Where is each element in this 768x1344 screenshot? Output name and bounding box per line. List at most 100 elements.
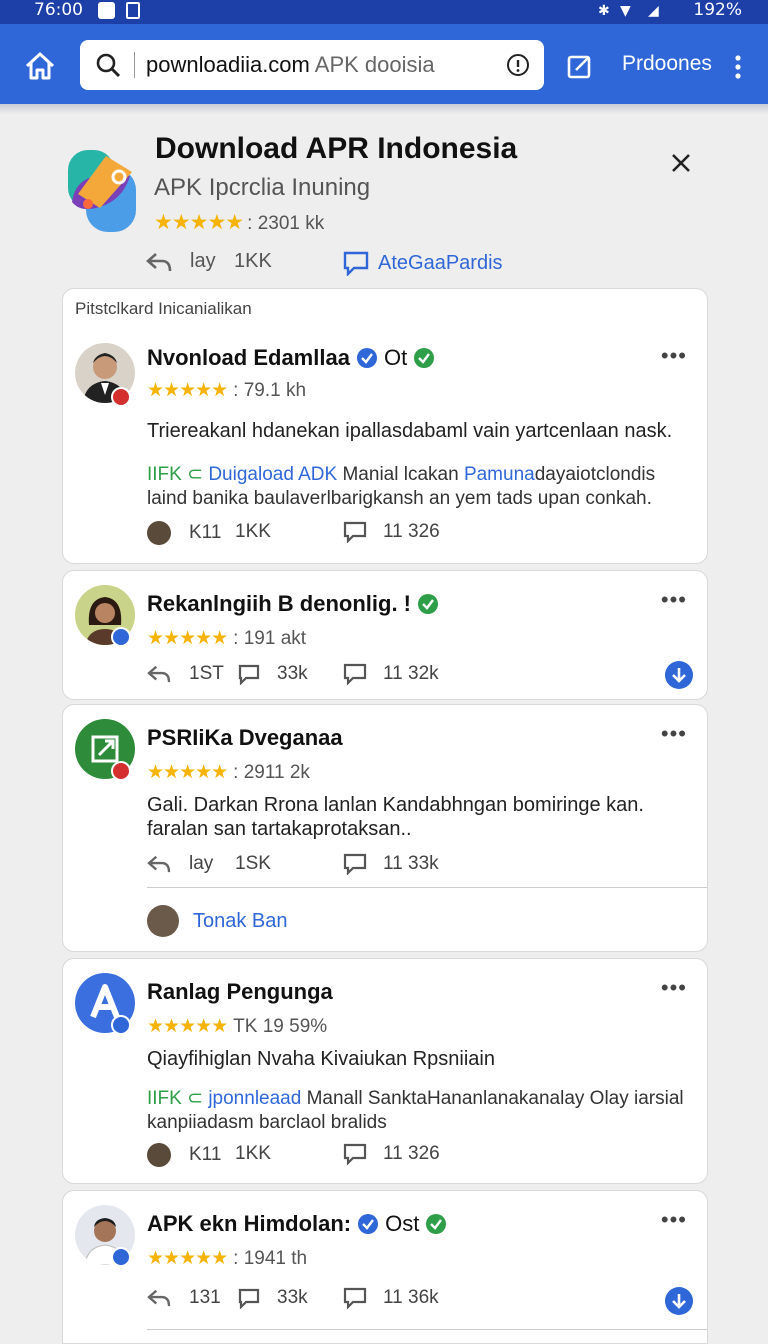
comment-action[interactable]: 11 326 xyxy=(343,1143,440,1165)
review-card: Rekanlngiih B denonlig. ! ••• ★★★★★: 191… xyxy=(62,570,708,700)
footer-text-2: 33k xyxy=(277,1287,308,1308)
download-button[interactable] xyxy=(665,1287,693,1315)
body-text: Manial lcakan xyxy=(337,464,464,485)
comment-action[interactable]: 11 32k xyxy=(343,663,439,685)
reply-icon xyxy=(147,1289,171,1307)
review-card: Ranlag Pengunga ••• ★★★★★ TK 19 59% Qiayf… xyxy=(62,958,708,1184)
app-actions: lay 1KK AteGaaPardis xyxy=(146,250,706,280)
footer-text-2: 1KK xyxy=(235,1143,271,1164)
footer-text-2: 1SK xyxy=(235,853,271,874)
url-path: APK dooisia xyxy=(309,52,435,77)
reply-author[interactable]: Tonak Ban xyxy=(193,910,288,933)
body-link[interactable]: jponnleaad xyxy=(208,1088,301,1109)
download-arrow-icon xyxy=(672,668,686,683)
verified-blue-icon xyxy=(356,348,377,368)
card-title: Rekanlngiih B denonlig. ! xyxy=(147,591,439,617)
url-domain: pownloadiia.com xyxy=(146,52,310,77)
review-card: PSRIiKa Dveganaa ••• ★★★★★: 2911 2k Gali… xyxy=(62,704,708,952)
check-green-icon xyxy=(426,1214,447,1234)
card-footer: K11 1KK 11 326 xyxy=(147,1143,687,1169)
card-body-detail: IIFK ⊂ Duigaload ADK Manial lcakan Pamun… xyxy=(147,463,687,511)
body-link[interactable]: Duigaload ADK xyxy=(208,464,337,485)
card-body: Gali. Darkan Rrona lanlan Kandabhngan bo… xyxy=(147,794,644,840)
repost-action[interactable]: 33k xyxy=(237,1287,308,1309)
home-icon[interactable] xyxy=(24,50,56,82)
reply-action[interactable]: 1ST xyxy=(147,663,224,685)
download-button[interactable] xyxy=(665,661,693,689)
more-options-icon[interactable]: ••• xyxy=(661,723,687,745)
card-footer: 131 33k 11 36k xyxy=(147,1287,687,1313)
body-link-2[interactable]: Pamuna xyxy=(464,464,535,485)
footer-text-1: K11 xyxy=(189,522,222,543)
comment-icon xyxy=(343,853,367,875)
verified-badge-icon xyxy=(111,1247,131,1267)
reply-action[interactable]: lay xyxy=(147,853,213,875)
more-options-icon[interactable]: ••• xyxy=(661,589,687,611)
comment-count: 11 32k xyxy=(383,663,439,684)
card-stars: ★★★★★ xyxy=(147,1016,228,1037)
card-stars: ★★★★★ xyxy=(147,380,228,401)
reply-row[interactable]: Tonak Ban xyxy=(147,905,288,937)
footer-user[interactable]: K11 xyxy=(147,1143,221,1167)
comment-icon xyxy=(343,251,369,276)
card-rating: ★★★★★: 79.1 kh xyxy=(147,379,306,402)
reply-action[interactable]: 131 xyxy=(147,1287,221,1309)
repost-action[interactable]: 33k xyxy=(237,663,308,685)
card-stars: ★★★★★ xyxy=(147,1248,228,1269)
reply-avatar xyxy=(147,905,179,937)
share-action[interactable]: lay xyxy=(146,250,216,273)
check-green-icon xyxy=(418,594,438,614)
app-logo xyxy=(68,150,136,232)
close-icon[interactable] xyxy=(668,150,694,176)
search-icon xyxy=(96,53,121,78)
toolbar-right-label[interactable]: Prdoones xyxy=(622,52,712,76)
more-options-icon[interactable]: ••• xyxy=(661,345,687,367)
repost-icon xyxy=(238,1288,260,1309)
verified-blue-icon xyxy=(358,1214,379,1234)
card-stars: ★★★★★ xyxy=(147,762,228,783)
card-rating-value: : 1941 th xyxy=(233,1248,308,1269)
body-prefix: IIFK ⊂ xyxy=(147,1088,204,1109)
card-rating: ★★★★★: 2911 2k xyxy=(147,761,310,784)
card-title-text: APK ekn Himdolan: xyxy=(147,1211,352,1236)
more-options-icon[interactable]: ••• xyxy=(661,977,687,999)
comment-icon xyxy=(343,1143,367,1165)
url-text[interactable]: pownloadiia.com APK dooisia xyxy=(146,52,435,78)
comment-count: 11 326 xyxy=(383,1143,440,1164)
card-title: Nvonload Edamllaa Ot xyxy=(147,345,435,371)
card-title-suffix: Ot xyxy=(383,345,408,370)
card-title-text: Rekanlngiih B denonlig. ! xyxy=(147,591,411,616)
small-avatar xyxy=(147,521,171,545)
wifi-icon: ▼ xyxy=(620,3,631,19)
overflow-menu-icon[interactable] xyxy=(728,52,748,82)
info-icon[interactable] xyxy=(506,53,530,77)
download-count-label: 1KK xyxy=(234,250,272,272)
card-stars: ★★★★★ xyxy=(147,628,228,649)
app-link[interactable]: AteGaaPardis xyxy=(342,250,503,276)
verified-badge-icon xyxy=(111,761,131,781)
footer-count: 1SK xyxy=(235,853,271,875)
check-green-icon xyxy=(414,348,435,368)
footer-text-1: 1ST xyxy=(189,663,224,684)
comment-action[interactable]: 11 36k xyxy=(343,1287,439,1309)
address-bar[interactable]: pownloadiia.com APK dooisia xyxy=(80,40,544,90)
card-rating: ★★★★★: 191 akt xyxy=(147,627,306,650)
edit-icon[interactable] xyxy=(566,52,594,80)
status-time: 76:00 xyxy=(34,0,83,20)
battery-level: 192% xyxy=(693,0,742,20)
verified-badge-icon xyxy=(111,1015,131,1035)
footer-user[interactable]: K11 xyxy=(147,521,221,545)
reply-icon xyxy=(147,855,171,873)
app-subtitle: APK Ipcrclia Inuning xyxy=(154,174,371,201)
comment-action[interactable]: 11 326 xyxy=(343,521,440,543)
card-rating-value: : 79.1 kh xyxy=(233,380,307,401)
card-rating-value: : 191 akt xyxy=(233,628,307,649)
card-title-suffix: Ost xyxy=(385,1211,420,1236)
section-label: Pitstclkard Inicanialikan xyxy=(75,299,252,318)
comment-action[interactable]: 11 33k xyxy=(343,853,439,875)
more-options-icon[interactable]: ••• xyxy=(661,1209,687,1231)
card-footer: K11 1KK 11 326 xyxy=(147,521,687,547)
card-body: Triereakanl hdanekan ipallasdabaml vain … xyxy=(147,420,673,442)
repost-icon xyxy=(238,664,260,685)
card-body-detail: IIFK ⊂ jponnleaad Manall SanktaHananlana… xyxy=(147,1087,687,1135)
